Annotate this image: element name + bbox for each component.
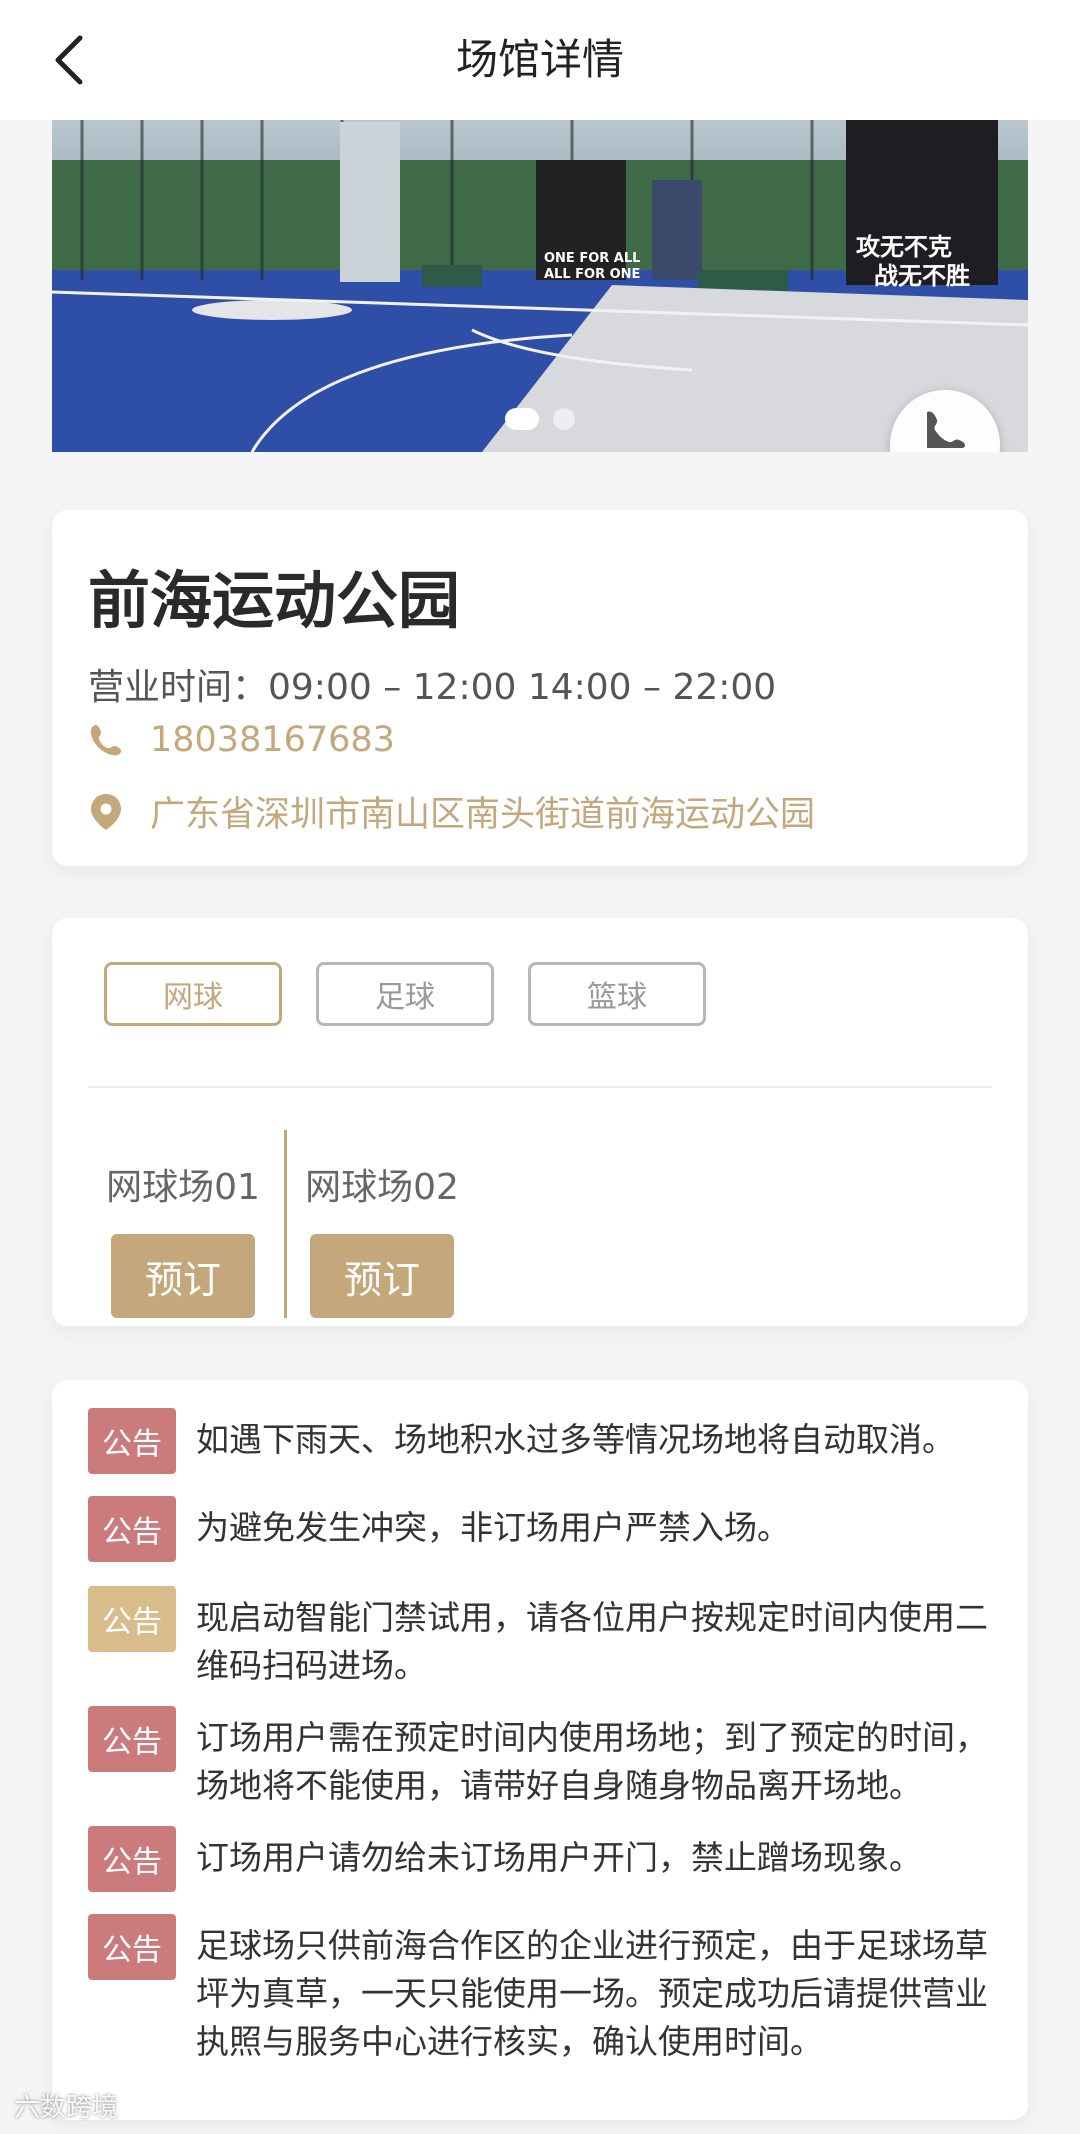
- carousel-dot-active[interactable]: [505, 408, 539, 430]
- watermark: 六数跨境: [14, 2093, 119, 2123]
- tab-basketball[interactable]: 篮球: [528, 962, 706, 1026]
- notice-item: 公告 现启动智能门禁试用，请各位用户按规定时间内使用二维码扫码进场。: [88, 1586, 998, 1690]
- venue-info-card: 前海运动公园 营业时间：09:00 – 12:00 14:00 – 22:00 …: [52, 510, 1028, 866]
- notice-tag: 公告: [88, 1586, 176, 1652]
- court-item: 网球场02 预订: [284, 1130, 477, 1318]
- notice-item: 公告 足球场只供前海合作区的企业进行预定，由于足球场草坪为真草，一天只能使用一场…: [88, 1914, 998, 2066]
- notice-tag: 公告: [88, 1496, 176, 1562]
- venue-address[interactable]: 广东省深圳市南山区南头街道前海运动公园: [150, 786, 815, 837]
- notice-tag: 公告: [88, 1706, 176, 1772]
- notice-item: 公告 如遇下雨天、场地积水过多等情况场地将自动取消。: [88, 1408, 998, 1474]
- venue-photo-carousel[interactable]: ONE FOR ALL ALL FOR ONE 攻无不克 战无不胜: [52, 120, 1028, 452]
- page-title: 场馆详情: [455, 35, 624, 84]
- tab-football[interactable]: 足球: [316, 962, 494, 1026]
- venue-name: 前海运动公园: [88, 564, 461, 637]
- notice-text: 如遇下雨天、场地积水过多等情况场地将自动取消。: [196, 1420, 955, 1459]
- phone-icon: [90, 724, 122, 756]
- sport-type-tabs: 网球 足球 篮球: [104, 962, 706, 1026]
- book-court-button[interactable]: 预订: [310, 1234, 454, 1318]
- court-list: 网球场01 预订 网球场02 预订: [88, 1130, 477, 1318]
- top-nav-bar: 场馆详情: [0, 0, 1080, 120]
- banner-slogan: ALL FOR ONE: [544, 267, 640, 282]
- notice-tag: 公告: [88, 1826, 176, 1892]
- phone-icon: [927, 411, 966, 448]
- carousel-indicator: [52, 408, 1028, 430]
- notice-text: 订场用户请勿给未订场用户开门，禁止蹭场现象。: [196, 1838, 922, 1877]
- notice-text: 现启动智能门禁试用，请各位用户按规定时间内使用二维码扫码进场。: [196, 1598, 988, 1685]
- venue-address-row[interactable]: 广东省深圳市南山区南头街道前海运动公园: [88, 786, 815, 837]
- banner-slogan: ONE FOR ALL: [544, 251, 640, 266]
- business-hours: 营业时间：09:00 – 12:00 14:00 – 22:00: [88, 667, 777, 708]
- venue-phone-row[interactable]: 18038167683: [88, 720, 395, 760]
- court-item: 网球场01 预订: [88, 1130, 278, 1318]
- banner-slogan: 攻无不克: [856, 233, 952, 261]
- court-name: 网球场02: [305, 1167, 459, 1208]
- notice-text: 为避免发生冲突，非订场用户严禁入场。: [196, 1508, 790, 1547]
- notice-item: 公告 订场用户需在预定时间内使用场地；到了预定的时间，场地将不能使用，请带好自身…: [88, 1706, 998, 1810]
- notice-item: 公告 订场用户请勿给未订场用户开门，禁止蹭场现象。: [88, 1826, 998, 1892]
- book-court-button[interactable]: 预订: [111, 1234, 255, 1318]
- carousel-dot[interactable]: [553, 408, 575, 430]
- notice-item: 公告 为避免发生冲突，非订场用户严禁入场。: [88, 1496, 998, 1562]
- divider: [88, 1086, 992, 1088]
- court-name: 网球场01: [106, 1167, 260, 1208]
- tab-tennis[interactable]: 网球: [104, 962, 282, 1026]
- notice-text: 足球场只供前海合作区的企业进行预定，由于足球场草坪为真草，一天只能使用一场。预定…: [196, 1926, 988, 2061]
- basketball-court-photo: ONE FOR ALL ALL FOR ONE 攻无不克 战无不胜: [52, 120, 1028, 452]
- court-booking-card: 网球 足球 篮球 网球场01 预订 网球场02 预订: [52, 918, 1028, 1326]
- notice-list-card: 公告 如遇下雨天、场地积水过多等情况场地将自动取消。 公告 为避免发生冲突，非订…: [52, 1380, 1028, 2120]
- banner-slogan: 战无不胜: [874, 262, 970, 290]
- venue-phone-number[interactable]: 18038167683: [150, 720, 395, 760]
- location-pin-icon: [91, 793, 121, 830]
- notice-tag: 公告: [88, 1408, 176, 1474]
- notice-text: 订场用户需在预定时间内使用场地；到了预定的时间，场地将不能使用，请带好自身随身物…: [196, 1718, 988, 1805]
- notice-tag: 公告: [88, 1914, 176, 1980]
